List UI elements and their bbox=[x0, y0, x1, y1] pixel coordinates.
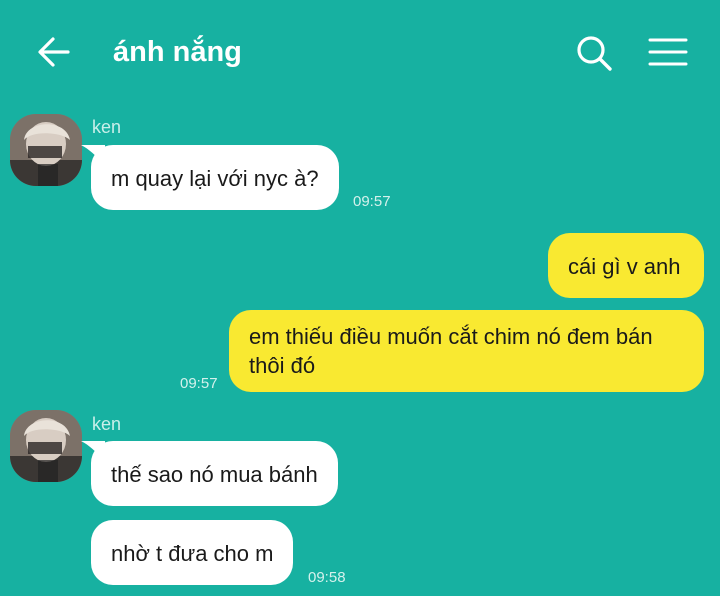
avatar[interactable] bbox=[10, 114, 82, 186]
avatar[interactable] bbox=[10, 410, 82, 482]
message-time: 09:57 bbox=[180, 375, 218, 392]
message-text: thế sao nó mua bánh bbox=[111, 462, 318, 487]
incoming-message-bubble[interactable]: nhờ t đưa cho m bbox=[91, 520, 294, 585]
message-text: cái gì v anh bbox=[568, 254, 681, 279]
user-avatar-photo bbox=[10, 114, 82, 186]
user-avatar-photo bbox=[10, 410, 82, 482]
incoming-message-bubble[interactable]: m quay lại với nyc à? bbox=[81, 145, 339, 210]
message-time: 09:58 bbox=[308, 569, 346, 586]
bubble-tail bbox=[81, 145, 105, 165]
menu-button[interactable] bbox=[648, 36, 688, 68]
search-button[interactable] bbox=[574, 33, 614, 73]
outgoing-message-bubble[interactable]: cái gì v anh bbox=[548, 233, 704, 298]
outgoing-message-bubble[interactable]: em thiếu điều muốn cắt chim nó đem bán t… bbox=[229, 310, 704, 392]
chat-title: ánh nắng bbox=[113, 36, 242, 68]
sender-name: ken bbox=[92, 414, 122, 434]
hamburger-menu-icon bbox=[648, 38, 688, 66]
bubble-tail bbox=[81, 441, 105, 461]
message-time: 09:57 bbox=[353, 193, 391, 210]
arrow-left-icon bbox=[38, 37, 70, 67]
back-button[interactable] bbox=[36, 34, 72, 70]
search-icon bbox=[577, 36, 612, 71]
message-text: em thiếu điều muốn cắt chim nó đem bán t… bbox=[249, 324, 653, 378]
message-text: nhờ t đưa cho m bbox=[111, 541, 274, 566]
chat-header: ánh nắng bbox=[0, 0, 720, 104]
incoming-message-bubble[interactable]: thế sao nó mua bánh bbox=[81, 441, 338, 506]
sender-name: ken bbox=[92, 117, 122, 137]
message-text: m quay lại với nyc à? bbox=[111, 166, 319, 191]
